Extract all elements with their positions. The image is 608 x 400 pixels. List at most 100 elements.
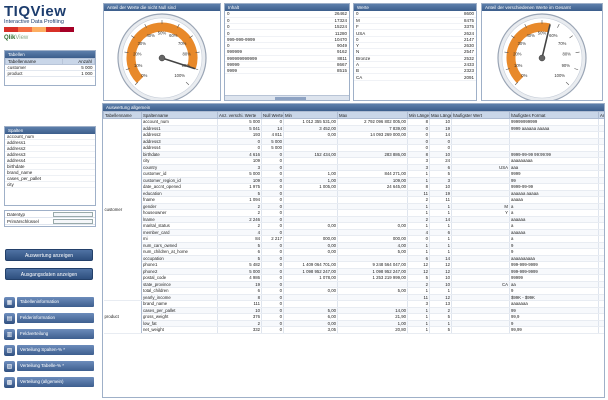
- list-item[interactable]: 9999 8515: [225, 67, 349, 75]
- gauge-tick-label: 10%: [134, 63, 143, 68]
- table-cell[interactable]: 3,05: [283, 326, 338, 334]
- logo-title: TIQView: [4, 3, 67, 20]
- table-cell: [598, 326, 604, 334]
- nav-table-distribution[interactable]: ▨ Verteilung Tabelle-% *: [4, 360, 94, 372]
- content-list: 0 26462 0 17324 0 15224 0 11280 999-999-9999 1047…: [225, 11, 349, 75]
- gauge-tick-label: 60%: [169, 33, 178, 38]
- gauge-tick-label: 20%: [513, 51, 522, 56]
- gauge-distinct: 0% 10% 20% 30% 40%50%60%70% 80% 90% 100%: [497, 12, 587, 100]
- table-icon: ▦: [4, 296, 15, 308]
- column-header[interactable]: Null Werte: [261, 111, 284, 119]
- fields-list: account_num address1 address2 address3 a…: [5, 134, 95, 188]
- table-cell[interactable]: 1: [407, 326, 430, 334]
- gauge-hub: [158, 54, 166, 61]
- gauge-tick-label: 20%: [133, 51, 142, 56]
- tables-panel: Tabellen Tabellenname Anzahl customer 5 …: [4, 50, 96, 86]
- gauge-tick-label: 40%: [146, 33, 155, 38]
- group-customer[interactable]: customer: [103, 118, 142, 301]
- column-header[interactable]: Max Länge: [429, 111, 452, 119]
- filter-panel: Datentyp Primärschlüssel: [4, 210, 96, 227]
- gauge-tick-label: 0%: [141, 73, 147, 78]
- gauge-tick-label: 0%: [521, 73, 527, 78]
- logo-bar-segment: [32, 27, 46, 32]
- column-header[interactable]: Min: [283, 111, 338, 119]
- tiqview-logo: TIQView Interactive Data Profiling QlikV…: [4, 3, 100, 47]
- column-header[interactable]: Max: [337, 111, 408, 119]
- values-list: 0 8600 M 8475 F 3375 USA 2624 0 2147 Y 2630 N 2547 Bro…: [354, 11, 476, 81]
- logo-subtitle: Interactive Data Profiling: [4, 19, 64, 25]
- bar-chart-icon: ▧: [4, 344, 15, 356]
- values-list-panel: Werte 0 8600 M 8475 F 3375 USA 2624 0 2147 Y 2630 N 2…: [353, 3, 477, 101]
- table-cell[interactable]: 5: [429, 326, 452, 334]
- logo-bar-segment: [46, 27, 60, 32]
- gauge-non-null-title: Anteil der Werte die nicht Null sind: [104, 4, 220, 11]
- qlikview-logo: QlikView: [4, 35, 29, 41]
- gauge-distinct-title: Anteil der verschiedenen Werte im Gesamt: [482, 4, 602, 11]
- gauge-tick-label: 70%: [558, 40, 567, 45]
- nav-field-info[interactable]: ▤ Felderinformation: [4, 312, 94, 324]
- gauge-tick-label: 100%: [174, 73, 185, 78]
- column-header[interactable]: Spaltenname: [141, 111, 218, 119]
- logo-bar-segment: [4, 27, 18, 32]
- table-cell[interactable]: 20,80: [337, 326, 408, 334]
- gauge-non-null-panel: Anteil der Werte die nicht Null sind 0% 1…: [103, 3, 221, 101]
- values-list-title: Werte: [354, 4, 476, 11]
- gauge-tick-label: 60%: [549, 33, 558, 38]
- gauge-tick-label: 50%: [538, 30, 547, 35]
- gauge-non-null: 0%10%20%30%40%50%60%70%80%90%100%: [117, 12, 207, 100]
- nav-column-distribution[interactable]: ▧ Verteilung Spalten-% *: [4, 344, 94, 356]
- general-analysis-panel: Auswertung allgemein Tabellenname Spalten…: [102, 103, 605, 398]
- table-row[interactable]: net_weight 332 0 3,05 20,80 1 5 99,99: [104, 326, 604, 334]
- analysis-table: Tabellenname Spaltenname Anz. verschi. Wer…: [103, 111, 604, 334]
- table-row[interactable]: product 1 000: [5, 70, 95, 77]
- column-header[interactable]: Min Länge: [407, 111, 430, 119]
- column-header[interactable]: Anz. verschi. Werte: [217, 111, 262, 119]
- gauge-tick-label: 10%: [514, 63, 523, 68]
- primary-key-select[interactable]: Primärschlüssel: [5, 218, 95, 225]
- fields-icon: ▤: [4, 312, 15, 324]
- gauge-hub: [538, 54, 546, 61]
- gauge-tick-label: 30%: [138, 40, 147, 45]
- table-cell[interactable]: 332: [217, 326, 262, 334]
- logo-bar-segment: [60, 27, 74, 32]
- datatype-select[interactable]: Datentyp: [5, 211, 95, 218]
- fields-panel: Spalten account_num address1 address2 ad…: [4, 126, 96, 206]
- gauge-distinct-panel: Anteil der verschiedenen Werte im Gesamt…: [481, 3, 603, 101]
- gauge-tick-label: 80%: [182, 51, 191, 56]
- column-header[interactable]: Anz: [598, 111, 604, 119]
- table-cell[interactable]: 0: [261, 326, 284, 334]
- tables-table: Tabellenname Anzahl customer 5 000 produ…: [5, 58, 95, 77]
- general-analysis-title: Auswertung allgemein: [103, 104, 604, 111]
- gauge-tick-label: 50%: [158, 30, 167, 35]
- list-item[interactable]: CA 2091: [354, 73, 476, 81]
- table-cell[interactable]: net_weight: [141, 326, 218, 334]
- nav-general-distribution[interactable]: ▩ Verteilung (allgemein): [4, 376, 94, 388]
- logo-color-bar: [4, 27, 74, 32]
- list-item[interactable]: city: [5, 182, 95, 188]
- chart-icon: ▥: [4, 328, 15, 340]
- grid-icon: ▨: [4, 360, 15, 372]
- nav-table-info[interactable]: ▦ Tabelleninformation: [4, 296, 94, 308]
- content-list-panel: Inhalt 0 26462 0 17324 0 15224 0 11280 999-999-9…: [224, 3, 350, 101]
- logo-bar-segment: [18, 27, 32, 32]
- fields-panel-title: Spalten: [5, 127, 95, 134]
- gauge-tick-label: 30%: [518, 40, 527, 45]
- show-analysis-button[interactable]: Auswertung anzeigen: [5, 249, 93, 261]
- gauge-tick-label: 100%: [554, 73, 565, 78]
- tables-panel-title: Tabellen: [5, 51, 95, 58]
- content-list-title: Inhalt: [225, 4, 349, 11]
- column-header[interactable]: häufigstes Format: [509, 111, 599, 119]
- column-header[interactable]: Tabellenname: [103, 111, 142, 119]
- horizontal-scrollbar[interactable]: [225, 95, 349, 100]
- list-icon: ▩: [4, 376, 15, 388]
- gauge-tick-label: 70%: [178, 40, 187, 45]
- gauge-tick-label: 80%: [562, 51, 571, 56]
- column-header[interactable]: häufigster Wert: [451, 111, 510, 119]
- table-cell[interactable]: 99,99: [509, 326, 599, 334]
- show-source-data-button[interactable]: Ausgangsdaten anzeigen: [5, 268, 93, 280]
- gauge-tick-label: 90%: [562, 63, 571, 68]
- gauge-tick-label: 40%: [526, 33, 535, 38]
- table-cell[interactable]: [451, 326, 510, 334]
- nav-field-distribution[interactable]: ▥ Feldverteilung: [4, 328, 94, 340]
- group-product[interactable]: product: [103, 300, 142, 334]
